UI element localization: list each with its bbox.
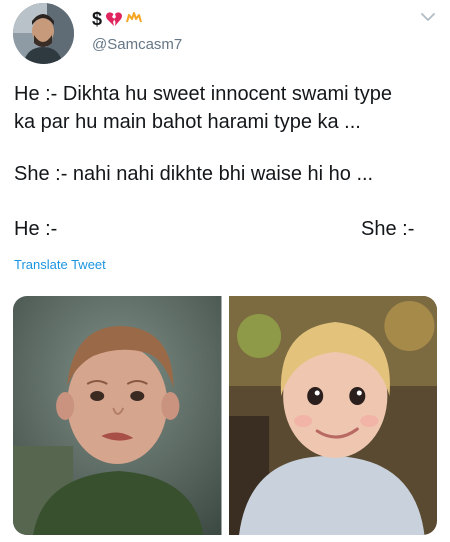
tweet-photo-girl[interactable]: [228, 296, 437, 535]
broken-heart-icon: [105, 10, 123, 28]
crown-icon: [126, 11, 142, 23]
she-label: She :-: [361, 218, 415, 240]
tweet-header: $ @Samcasm7: [0, 0, 450, 64]
user-handle[interactable]: @Samcasm7: [92, 36, 182, 53]
tweet-text-line: He :- Dikhta hu sweet innocent swami typ…: [14, 83, 392, 105]
tweet-text-line: ka par hu main bahot harami type ka ...: [14, 111, 361, 133]
tweet-photo-boy[interactable]: [13, 296, 222, 535]
he-label: He :-: [14, 218, 58, 240]
display-name-text: $: [92, 8, 103, 29]
translate-tweet-link[interactable]: Translate Tweet: [14, 257, 106, 272]
display-name[interactable]: $: [92, 8, 142, 30]
tweet-media: [13, 296, 437, 535]
avatar[interactable]: [13, 3, 74, 64]
chevron-down-icon[interactable]: [420, 10, 436, 22]
tweet-text-line: She :- nahi nahi dikhte bhi waise hi ho …: [14, 163, 374, 185]
